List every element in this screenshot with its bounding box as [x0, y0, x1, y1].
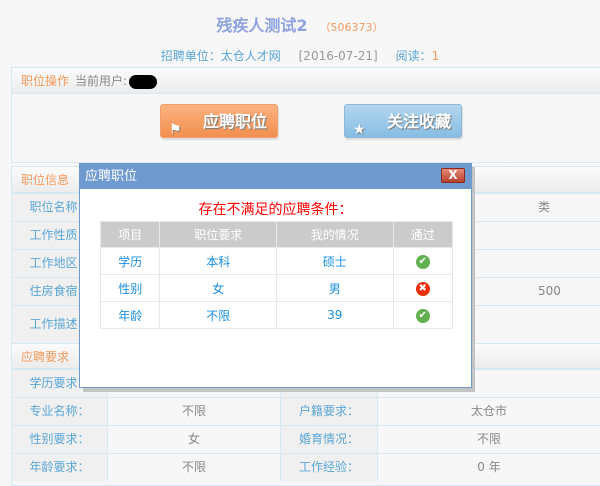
redacted-username — [129, 74, 158, 89]
apply-dialog: 应聘职位 X 存在不满足的应聘条件： 项目 职位要求 我的情况 通过学历 本科 硕士 ✔ 性别… — [79, 163, 472, 388]
ops-heading: 职位操作 — [21, 74, 70, 88]
job-title-line: 残疾人测试2 （506373） — [0, 12, 600, 36]
info-row: 年龄要求： 不限 工作经验： 0 年 — [12, 453, 600, 481]
cell-mine: 男 — [275, 274, 394, 302]
favorite-button[interactable]: ★ 关注收藏 — [344, 104, 462, 138]
field-value: 太仓市 — [378, 398, 600, 425]
cross-icon: ✖ — [415, 282, 430, 296]
operations-panel: 职位操作 当前用户: ⚑ 应聘职位 ★ 关注收藏 — [11, 67, 600, 163]
column-header: 通过 — [392, 221, 453, 248]
field-value: 不限 — [108, 398, 281, 425]
company-link[interactable]: 太仓人才网 — [221, 49, 281, 63]
cell-item: 学历 — [99, 247, 161, 275]
read-count: 1 — [431, 49, 440, 63]
job-id: （506373） — [319, 21, 384, 34]
flag-icon: ⚑ — [169, 122, 182, 138]
read-label: 阅读： — [395, 49, 432, 63]
info-heading: 职位信息 — [21, 173, 70, 187]
star-folder-icon: ★ — [353, 122, 366, 138]
req-heading: 应聘要求 — [21, 350, 70, 364]
cell-pass: ✖ — [392, 274, 453, 302]
cell-pass: ✔ — [392, 247, 453, 275]
cell-mine: 硕士 — [275, 247, 394, 275]
condition-row: 性别女男 ✖ — [99, 274, 453, 302]
column-header: 我的情况 — [275, 221, 394, 248]
job-meta: 招聘单位：太仓人才网 [2016-07-21] 阅读：1 — [0, 47, 600, 64]
apply-button[interactable]: ⚑ 应聘职位 — [160, 104, 278, 138]
field-value: 女 — [108, 426, 281, 453]
cell-required: 本科 — [159, 247, 277, 275]
condition-row: 学历 本科 硕士 ✔ — [99, 247, 453, 275]
cell-mine: 39 — [275, 301, 394, 329]
cell-required: 女 — [159, 274, 277, 302]
dialog-title: 应聘职位 — [85, 169, 138, 184]
check-icon: ✔ — [415, 309, 430, 323]
job-title: 残疾人测试2 — [216, 16, 308, 35]
post-date: [2016-07-21] — [298, 49, 378, 63]
cell-required: 不限 — [159, 301, 277, 329]
field-label: 婚育情况： — [281, 426, 378, 453]
close-icon[interactable]: X — [441, 168, 465, 183]
cell-item: 年龄 — [99, 301, 161, 329]
column-header: 职位要求 — [159, 221, 277, 248]
cell-item: 性别 — [99, 274, 161, 302]
apply-label: 应聘职位 — [202, 112, 267, 131]
field-label: 专业名称： — [12, 398, 108, 425]
favorite-label: 关注收藏 — [386, 112, 451, 131]
column-header: 项目 — [99, 221, 161, 248]
info-row: 专业名称： 不限 户籍要求： 太仓市 — [12, 397, 600, 425]
cell-pass: ✔ — [392, 301, 453, 329]
condition-row: 年龄 不限 39 ✔ — [99, 301, 453, 329]
company-label: 招聘单位： — [160, 49, 221, 63]
field-value: 不限 — [378, 426, 600, 453]
field-label: 性别要求： — [12, 426, 108, 453]
field-label: 工作经验： — [281, 454, 378, 481]
field-value: 不限 — [108, 454, 281, 481]
field-label: 户籍要求： — [281, 398, 378, 425]
warning-text: 存在不满足的应聘条件： — [198, 202, 353, 218]
field-label: 年龄要求： — [12, 454, 108, 481]
conditions-table: 项目 职位要求 我的情况 通过学历 本科 硕士 ✔ 性别女男 ✖ 年龄 不限 39 ✔ — [99, 221, 453, 329]
check-icon: ✔ — [415, 255, 430, 269]
info-row: 性别要求：女婚育情况： 不限 — [12, 425, 600, 453]
current-user-label: 当前用户: — [75, 74, 128, 88]
field-value: 0 年 — [378, 454, 600, 481]
